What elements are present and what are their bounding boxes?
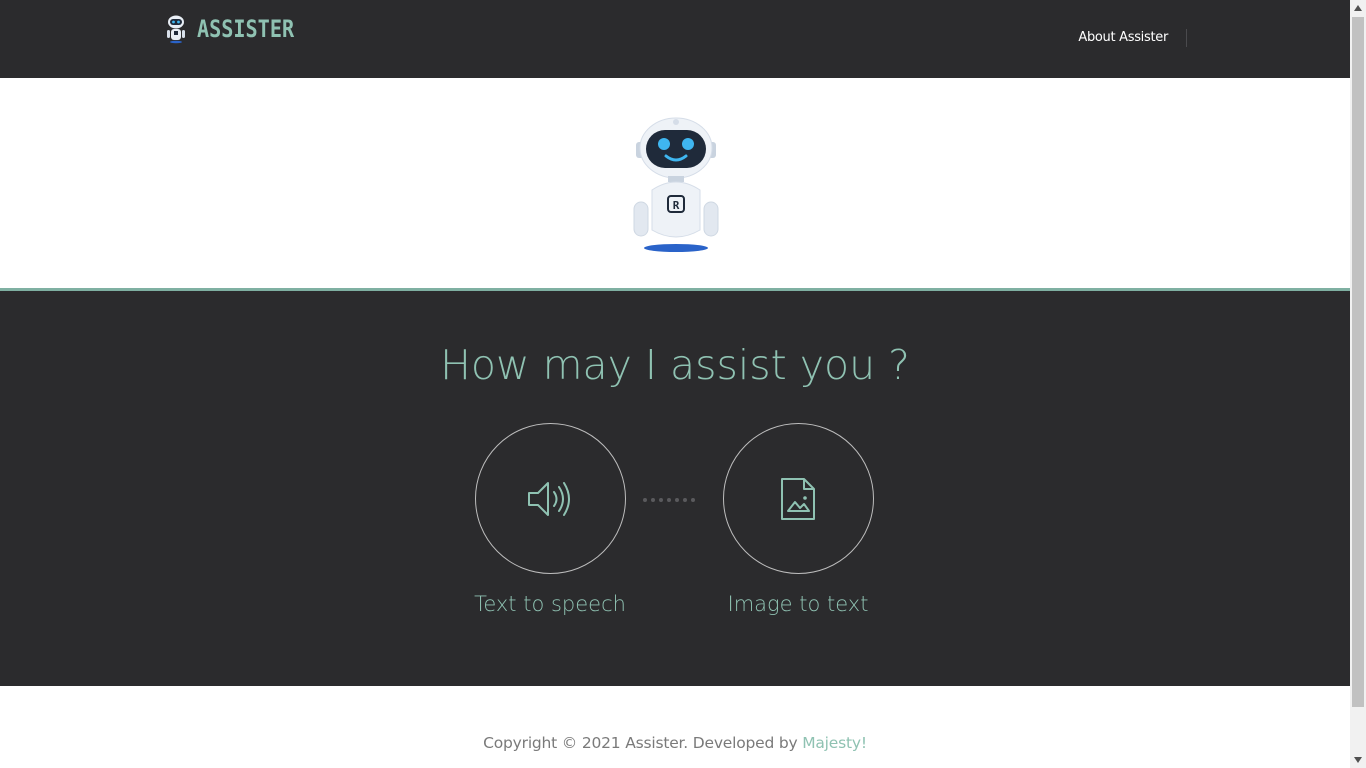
scrollbar-thumb[interactable] — [1352, 17, 1364, 707]
vertical-scrollbar[interactable] — [1350, 0, 1366, 768]
developer-link[interactable]: Majesty! — [802, 734, 867, 752]
robot-logo-icon — [167, 15, 185, 44]
scroll-down-arrow-icon[interactable] — [1350, 752, 1366, 768]
brand-logo[interactable]: ASSISTER — [163, 12, 313, 46]
page: ASSISTER About Assister R How may I assi… — [0, 0, 1350, 768]
top-navbar: ASSISTER About Assister — [0, 0, 1350, 78]
copyright-text: Copyright © 2021 Assister. Developed by … — [0, 734, 1350, 752]
robot-badge-letter: R — [673, 199, 680, 212]
scroll-up-arrow-icon[interactable] — [1350, 0, 1366, 16]
services-section: How may I assist you ? Text to speech Im… — [0, 291, 1350, 686]
footer: Copyright © 2021 Assister. Developed by … — [0, 686, 1350, 768]
copyright-label: Copyright © 2021 Assister. Developed by — [483, 734, 803, 752]
robot-mascot-icon: R — [633, 117, 719, 252]
hero-section: R — [0, 78, 1350, 288]
brand-name: ASSISTER — [197, 15, 295, 43]
page-title: How may I assist you ? — [440, 341, 910, 389]
nav-divider — [1186, 29, 1187, 47]
service-image-to-text[interactable]: Image to text — [698, 423, 898, 616]
image-file-icon — [781, 477, 815, 520]
speaker-icon — [528, 481, 570, 516]
text-to-speech-label: Text to speech — [474, 592, 626, 616]
image-to-text-label: Image to text — [727, 592, 869, 616]
image-to-text-button[interactable] — [722, 423, 874, 574]
connector-dots — [643, 498, 695, 502]
nav-about-link[interactable]: About Assister — [1078, 30, 1168, 45]
service-text-to-speech[interactable]: Text to speech — [450, 423, 650, 616]
text-to-speech-button[interactable] — [474, 423, 626, 574]
